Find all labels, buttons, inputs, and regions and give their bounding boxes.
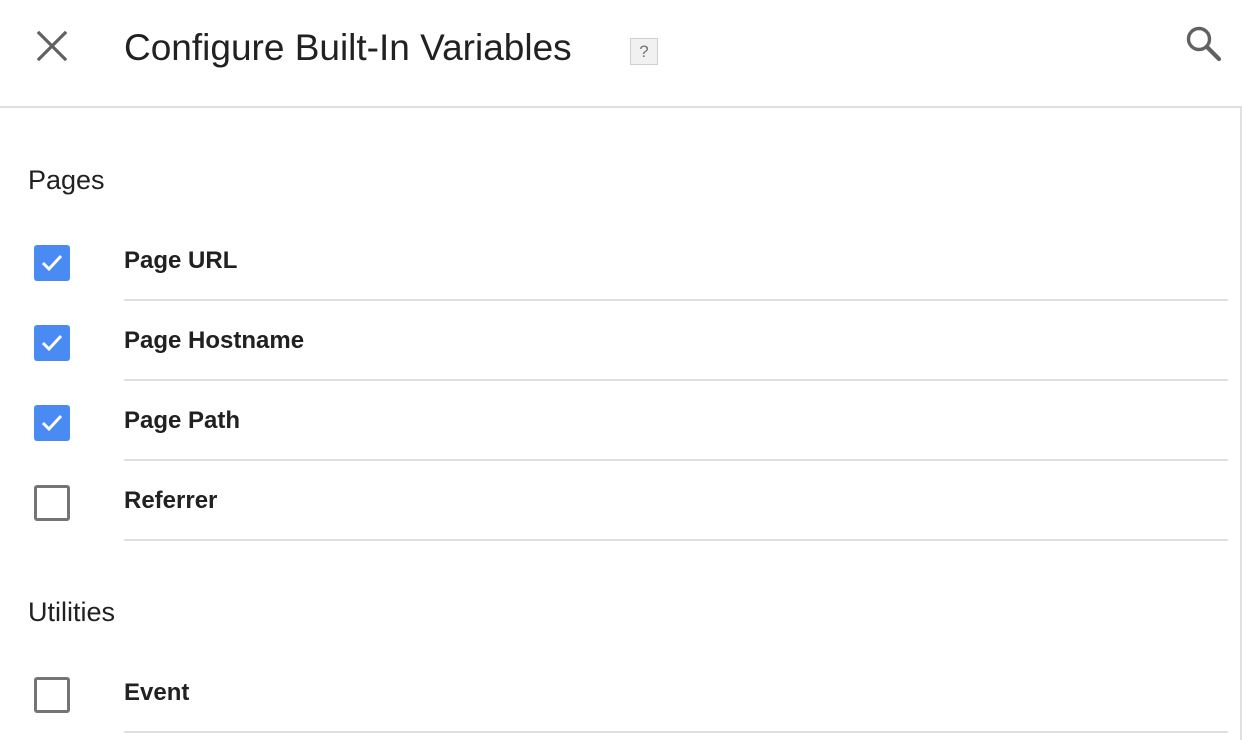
checkbox[interactable] <box>34 677 70 713</box>
variables-list: Pages Page URL Page Hostname Page Path R <box>0 108 1242 740</box>
checkbox[interactable] <box>34 485 70 521</box>
page-title: Configure Built-In Variables <box>124 27 572 68</box>
search-button[interactable] <box>1180 22 1228 70</box>
check-icon <box>41 254 63 272</box>
variable-row-event[interactable]: Event <box>0 653 1228 733</box>
divider <box>124 731 1228 733</box>
checkbox[interactable] <box>34 325 70 361</box>
variable-label: Page Path <box>124 407 241 434</box>
checkbox[interactable] <box>34 405 70 441</box>
section-heading-pages: Pages <box>28 165 105 195</box>
variable-label: Page URL <box>124 247 238 274</box>
check-icon <box>41 334 63 352</box>
variable-row-referrer[interactable]: Referrer <box>0 461 1228 541</box>
section-heading-utilities: Utilities <box>28 597 116 627</box>
dialog-header: Configure Built-In Variables ? <box>0 0 1242 108</box>
variable-row-page-hostname[interactable]: Page Hostname <box>0 301 1228 381</box>
search-icon <box>1184 24 1224 69</box>
variable-label: Page Hostname <box>124 327 305 354</box>
divider <box>124 539 1228 541</box>
close-button[interactable] <box>26 22 78 74</box>
help-button[interactable]: ? <box>630 38 658 65</box>
variable-label: Event <box>124 679 190 706</box>
variable-label: Referrer <box>124 487 218 514</box>
variable-row-page-path[interactable]: Page Path <box>0 381 1228 461</box>
checkbox[interactable] <box>34 245 70 281</box>
check-icon <box>41 414 63 432</box>
close-icon <box>36 30 68 67</box>
variable-row-page-url[interactable]: Page URL <box>0 221 1228 301</box>
